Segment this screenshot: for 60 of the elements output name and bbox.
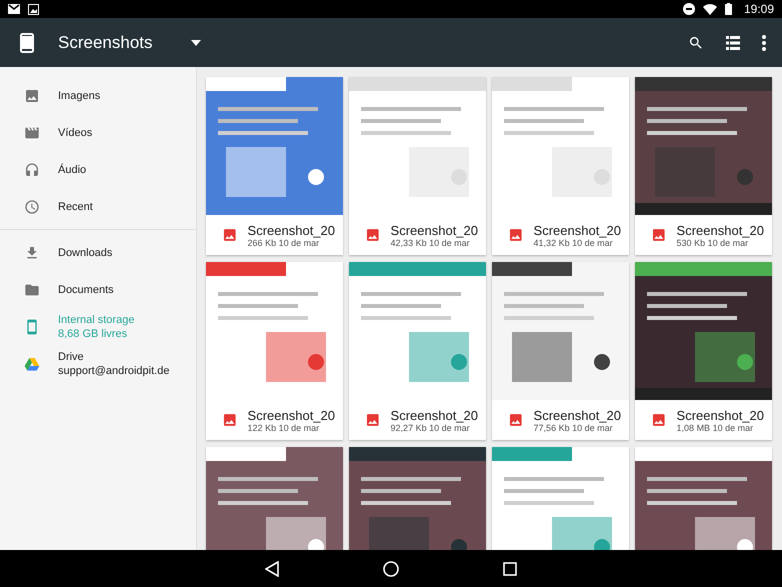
- image-icon: [28, 4, 39, 14]
- file-card[interactable]: Screenshot_20 122 Kb 10 de mar: [206, 262, 343, 440]
- image-icon: [508, 227, 524, 243]
- folder-icon: [24, 282, 40, 298]
- file-details: 1,08 MB 10 de mar: [676, 422, 754, 432]
- image-icon: [365, 227, 381, 243]
- file-name: Screenshot_20: [534, 222, 621, 238]
- search-icon[interactable]: [688, 34, 704, 50]
- folder-title: Screenshots: [58, 32, 152, 52]
- film-icon: [24, 124, 40, 140]
- sidebar-item[interactable]: Vídeos: [0, 114, 196, 151]
- image-icon: [508, 412, 524, 428]
- do-not-disturb-icon: [682, 3, 695, 15]
- file-name: Screenshot_20: [248, 222, 335, 238]
- clock-time: 19:09: [744, 2, 774, 16]
- phone-icon: [20, 32, 34, 52]
- drive-icon: [24, 356, 40, 372]
- mail-icon: [8, 4, 20, 14]
- back-icon[interactable]: [265, 560, 279, 576]
- file-details: 42,33 Kb 10 de mar: [390, 238, 470, 248]
- file-card[interactable]: Screenshot_20 92,27 Kb 10 de mar: [349, 262, 486, 440]
- file-card[interactable]: Screenshot_20 530 Kb 10 de mar: [635, 77, 772, 255]
- more-icon[interactable]: [762, 34, 766, 50]
- sidebar-item[interactable]: Documents: [0, 271, 196, 308]
- overview-icon[interactable]: [503, 562, 517, 576]
- file-name: Screenshot_20: [676, 222, 764, 238]
- image-icon: [651, 227, 667, 243]
- image-icon: [222, 412, 238, 428]
- file-card[interactable]: Screenshot_20 1,08 MB 10 de mar: [635, 262, 772, 440]
- file-card[interactable]: Screenshot_20 266 Kb 10 de mar: [206, 77, 343, 255]
- file-name: Screenshot_20: [676, 408, 764, 422]
- file-card[interactable]: Screenshot_20 41,32 Kb 10 de mar: [492, 77, 629, 255]
- file-card[interactable]: Screenshot_20 77,56 Kb 10 de mar: [492, 262, 629, 440]
- file-name: Screenshot_20: [390, 408, 478, 422]
- file-name: Screenshot_20: [390, 222, 478, 238]
- headphones-icon: [24, 162, 40, 178]
- file-details: 41,32 Kb 10 de mar: [534, 238, 613, 248]
- file-details: 122 Kb 10 de mar: [248, 422, 320, 432]
- sidebar-item[interactable]: Downloads: [0, 234, 196, 271]
- file-card[interactable]: Screenshot_20 42,33 Kb 10 de mar: [349, 77, 486, 255]
- sidebar-item[interactable]: Drive support@androidpit.de: [0, 345, 196, 382]
- image-icon: [365, 412, 381, 428]
- sidebar-item[interactable]: Imagens: [0, 77, 196, 114]
- home-icon[interactable]: [383, 560, 399, 576]
- sidebar-item[interactable]: Áudio: [0, 151, 196, 188]
- image-icon: [651, 412, 667, 428]
- wifi-icon: [702, 4, 717, 14]
- image-icon: [24, 88, 40, 104]
- clock-icon: [24, 198, 40, 214]
- file-details: 92,27 Kb 10 de mar: [390, 422, 470, 432]
- image-icon: [222, 227, 238, 243]
- file-name: Screenshot_20: [534, 408, 621, 422]
- file-details: 77,56 Kb 10 de mar: [534, 422, 613, 432]
- file-details: 266 Kb 10 de mar: [248, 238, 320, 248]
- sidebar-item[interactable]: Recent: [0, 188, 196, 225]
- battery-icon: [724, 3, 732, 15]
- list-view-icon[interactable]: [726, 36, 740, 50]
- file-name: Screenshot_20: [248, 408, 335, 422]
- dropdown-icon[interactable]: [190, 40, 200, 46]
- file-details: 530 Kb 10 de mar: [676, 238, 748, 248]
